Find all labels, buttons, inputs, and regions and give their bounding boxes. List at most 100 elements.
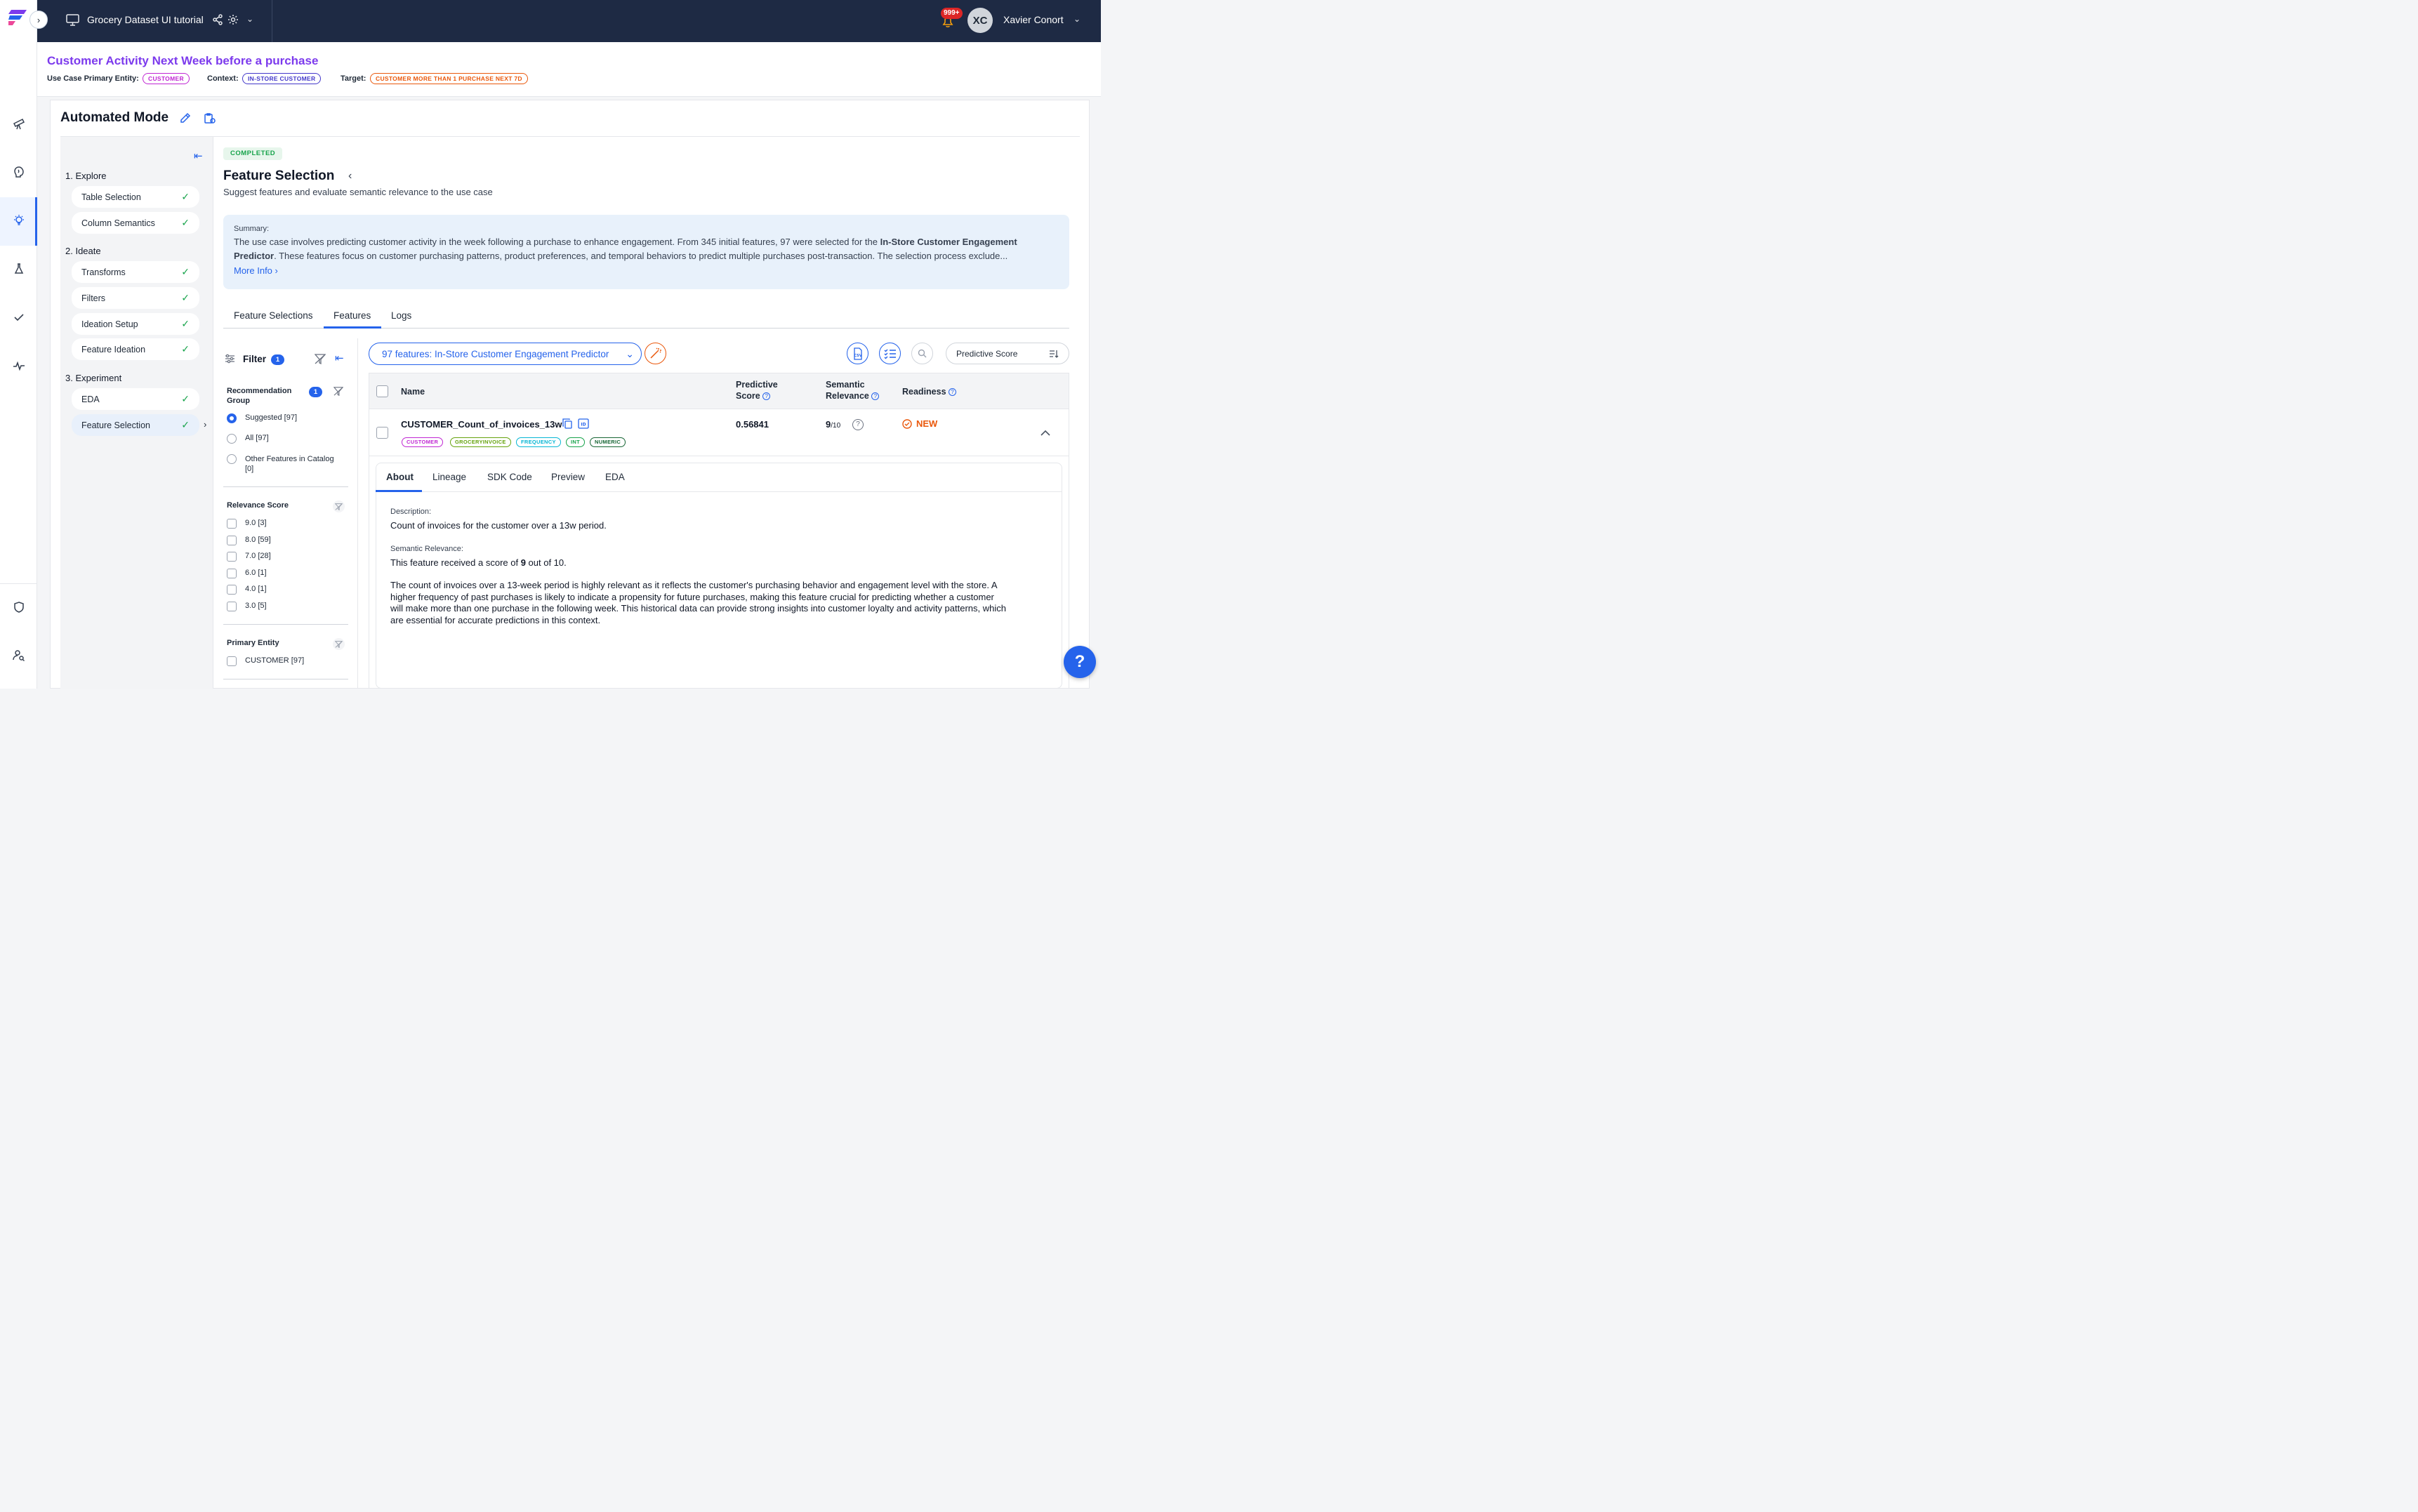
option-relevance-4[interactable]: 4.0 [1] xyxy=(245,585,267,593)
step-transforms[interactable]: Transforms ✓ xyxy=(72,261,199,283)
rail-governance[interactable] xyxy=(0,592,37,623)
column-header-name[interactable]: Name xyxy=(401,386,425,397)
step-feature-ideation[interactable]: Feature Ideation ✓ xyxy=(72,338,199,360)
clear-relevance-filter-icon[interactable] xyxy=(333,500,345,512)
edit-icon[interactable] xyxy=(180,112,191,127)
option-relevance-3[interactable]: 3.0 [5] xyxy=(245,602,267,610)
radio-all[interactable] xyxy=(227,434,237,444)
chevron-up-icon[interactable] xyxy=(1040,427,1050,439)
row-checkbox[interactable] xyxy=(376,427,388,439)
option-other-features[interactable]: Other Features in Catalog [0] xyxy=(245,454,334,474)
user-name[interactable]: Xavier Conort xyxy=(1003,14,1064,25)
option-relevance-7[interactable]: 7.0 [28] xyxy=(245,552,271,560)
checkbox-relevance-9[interactable] xyxy=(227,519,237,529)
clear-entity-filter-icon[interactable] xyxy=(333,638,345,650)
checkbox-entity-customer[interactable] xyxy=(227,656,237,666)
expand-rail-button[interactable]: › xyxy=(29,11,48,29)
id-card-icon[interactable]: ID xyxy=(578,418,589,432)
column-header-readiness[interactable]: Readiness ? xyxy=(902,386,957,397)
column-header-semantic-relevance[interactable]: Semantic Relevance ? xyxy=(826,379,880,402)
check-icon: ✓ xyxy=(181,292,190,303)
step-label: Feature Selection xyxy=(81,420,150,430)
more-info-link[interactable]: More Info › xyxy=(234,265,1059,276)
checkbox-relevance-4[interactable] xyxy=(227,585,237,595)
option-suggested[interactable]: Suggested [97] xyxy=(245,413,297,422)
tag-customer: CUSTOMER xyxy=(402,437,444,447)
sort-select[interactable]: Predictive Score xyxy=(946,343,1069,364)
option-relevance-6[interactable]: 6.0 [1] xyxy=(245,569,267,577)
select-all-checkbox[interactable] xyxy=(376,385,388,397)
use-case-title[interactable]: Customer Activity Next Week before a pur… xyxy=(47,54,318,68)
share-icon[interactable] xyxy=(212,14,223,29)
tab-eda[interactable]: EDA xyxy=(605,472,625,482)
checkbox-relevance-3[interactable] xyxy=(227,602,237,611)
checkbox-relevance-6[interactable] xyxy=(227,569,237,578)
step-column-semantics[interactable]: Column Semantics ✓ xyxy=(72,212,199,234)
rail-brain[interactable] xyxy=(0,157,37,187)
avatar[interactable]: XC xyxy=(967,8,993,33)
tab-feature-selections[interactable]: Feature Selections xyxy=(234,310,313,321)
option-relevance-9[interactable]: 9.0 [3] xyxy=(245,519,267,527)
rail-telescope[interactable] xyxy=(0,108,37,139)
step-table-selection[interactable]: Table Selection ✓ xyxy=(72,186,199,208)
primary-entity-pill[interactable]: CUSTOMER xyxy=(143,73,190,84)
clear-filter-icon[interactable] xyxy=(314,354,326,368)
column-header-predictive-score[interactable]: Predictive Score ? xyxy=(736,379,778,402)
summary-text: The use case involves predicting custome… xyxy=(234,237,1017,261)
semantic-help-icon[interactable]: ? xyxy=(852,419,864,430)
magic-wand-button[interactable] xyxy=(645,343,666,364)
gear-icon[interactable] xyxy=(227,14,239,29)
clear-recommendation-filter-icon[interactable] xyxy=(333,387,344,399)
tab-sdk-code[interactable]: SDK Code xyxy=(487,472,532,482)
option-all[interactable]: All [97] xyxy=(245,434,269,442)
step-group-experiment: 3. Experiment xyxy=(65,373,122,383)
check-circle-icon xyxy=(902,418,912,429)
tab-logs[interactable]: Logs xyxy=(391,310,411,321)
project-title[interactable]: Grocery Dataset UI tutorial xyxy=(87,14,204,25)
collapse-filter-icon[interactable]: ⇤ xyxy=(335,352,344,364)
clipboard-icon[interactable] xyxy=(204,112,216,128)
rail-monitor[interactable] xyxy=(0,350,37,381)
radio-suggested[interactable] xyxy=(227,413,237,423)
csv-download-button[interactable]: CSV xyxy=(847,343,868,364)
step-group-explore: 1. Explore xyxy=(65,171,107,181)
help-button[interactable]: ? xyxy=(1064,646,1096,678)
checkbox-relevance-8[interactable] xyxy=(227,536,237,545)
feature-list-selector[interactable]: 97 features: In-Store Customer Engagemen… xyxy=(369,343,642,365)
step-eda[interactable]: EDA ✓ xyxy=(72,388,199,410)
checklist-button[interactable] xyxy=(879,343,901,364)
chevron-down-icon[interactable]: ⌄ xyxy=(246,14,253,24)
copy-icon[interactable] xyxy=(562,418,572,432)
feature-name[interactable]: CUSTOMER_Count_of_invoices_13w xyxy=(401,419,562,430)
context-pill[interactable]: IN-STORE CUSTOMER xyxy=(242,73,322,84)
target-pill[interactable]: CUSTOMER MORE THAN 1 PURCHASE NEXT 7D xyxy=(370,73,528,84)
rail-user-search[interactable] xyxy=(0,640,37,671)
tab-lineage[interactable]: Lineage xyxy=(432,472,466,482)
app-logo[interactable] xyxy=(8,8,28,27)
radio-other-features[interactable] xyxy=(227,454,237,464)
chevron-left-icon[interactable]: ‹ xyxy=(348,170,352,183)
option-entity-customer[interactable]: CUSTOMER [97] xyxy=(245,656,304,665)
step-label: Ideation Setup xyxy=(81,319,138,329)
option-relevance-8[interactable]: 8.0 [59] xyxy=(245,536,271,544)
rail-approve[interactable] xyxy=(0,302,37,333)
page-subtitle: Suggest features and evaluate semantic r… xyxy=(223,187,493,197)
tab-preview[interactable]: Preview xyxy=(551,472,585,482)
table-row[interactable] xyxy=(369,410,1069,456)
step-label: Column Semantics xyxy=(81,218,155,228)
checkbox-relevance-7[interactable] xyxy=(227,552,237,562)
user-menu-chevron-icon[interactable]: ⌄ xyxy=(1073,14,1081,24)
step-feature-selection[interactable]: Feature Selection ✓ xyxy=(72,414,199,436)
recommendation-group-label: Recommendation Group xyxy=(227,387,292,405)
semantic-explanation: The count of invoices over a 13-week per… xyxy=(390,580,1006,625)
description-label: Description: xyxy=(390,508,432,516)
tab-about[interactable]: About xyxy=(386,472,414,482)
rail-experiment[interactable] xyxy=(0,253,37,284)
step-ideation-setup[interactable]: Ideation Setup ✓ xyxy=(72,313,199,335)
collapse-steps-icon[interactable]: ⇤ xyxy=(194,150,203,162)
search-button[interactable] xyxy=(911,343,933,364)
rail-ideas[interactable] xyxy=(0,205,37,236)
primary-entity-label: Use Case Primary Entity: xyxy=(47,74,139,83)
step-filters[interactable]: Filters ✓ xyxy=(72,287,199,309)
tab-features[interactable]: Features xyxy=(333,310,371,321)
